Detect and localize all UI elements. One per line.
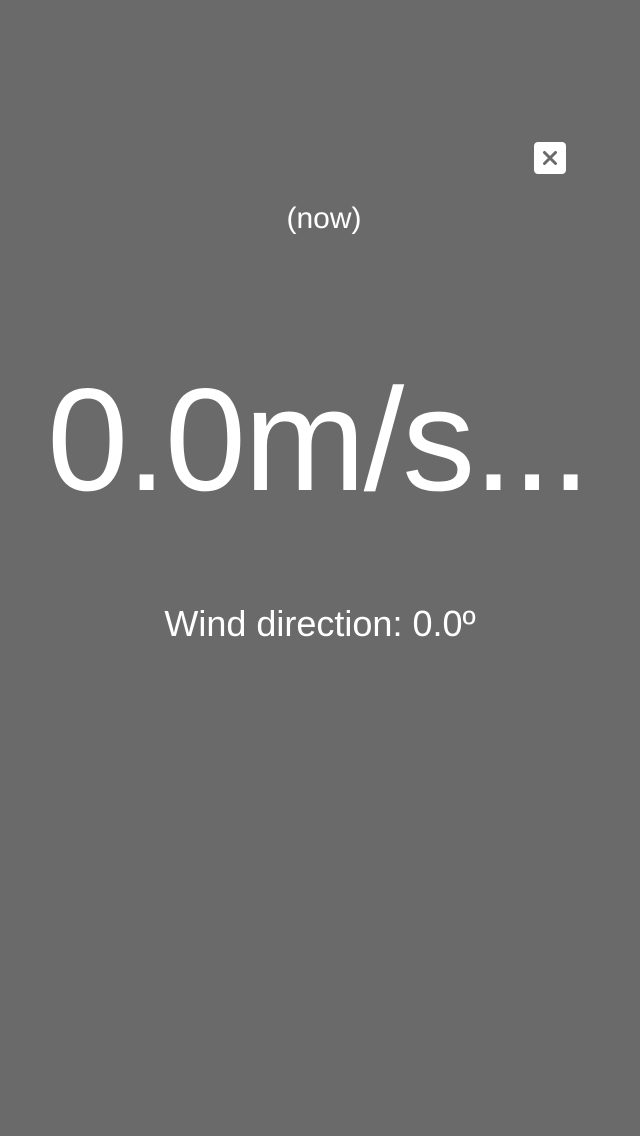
close-icon	[543, 151, 557, 165]
time-label: (now)	[286, 202, 362, 235]
close-button[interactable]	[534, 142, 566, 174]
wind-screen: { "screen": { "background_color": "#6a6a…	[0, 0, 640, 1136]
wind-speed-value: 0.0m/s...	[47, 358, 591, 521]
wind-direction-label: Wind direction: 0.0º	[164, 603, 476, 644]
